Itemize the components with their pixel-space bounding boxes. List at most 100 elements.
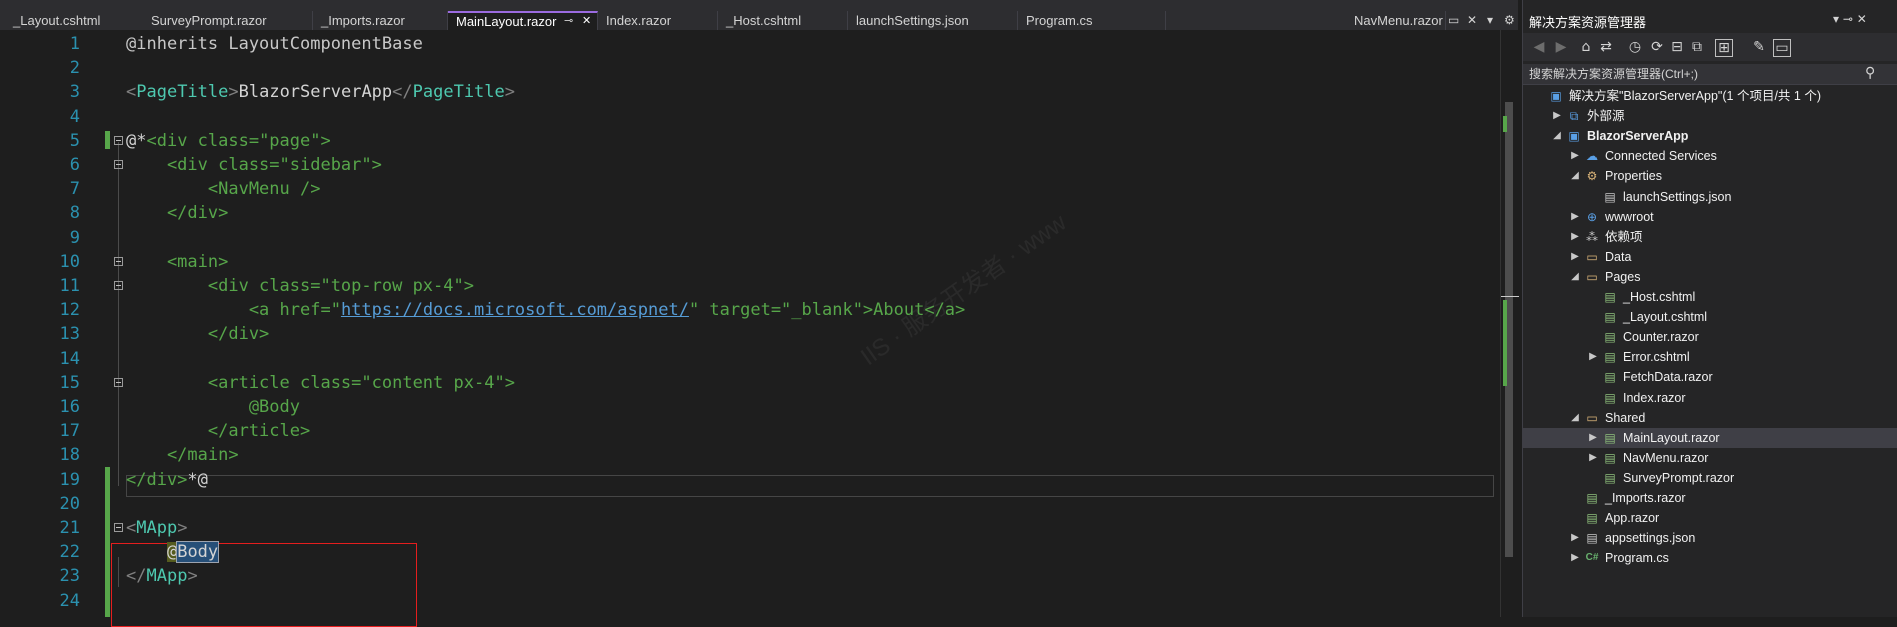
- home-icon[interactable]: ⌂: [1578, 39, 1594, 55]
- expand-icon[interactable]: ▶: [1587, 428, 1599, 448]
- code-line[interactable]: </div>: [126, 201, 228, 225]
- tab-close-icon[interactable]: ✕: [1467, 11, 1477, 30]
- expand-icon[interactable]: ▶: [1551, 106, 1563, 126]
- code-line[interactable]: </main>: [126, 443, 239, 467]
- tree-item[interactable]: ▤ SurveyPrompt.razor: [1523, 468, 1897, 488]
- tree-item[interactable]: ▤ launchSettings.json: [1523, 187, 1897, 207]
- expand-icon[interactable]: ▶: [1569, 207, 1581, 227]
- tree-item[interactable]: ▤ FetchData.razor: [1523, 367, 1897, 387]
- expand-icon[interactable]: ▶: [1587, 347, 1599, 367]
- expand-icon[interactable]: ▶: [1569, 548, 1581, 568]
- collapse-icon[interactable]: ◢: [1569, 267, 1581, 287]
- back-icon[interactable]: ◀: [1531, 39, 1547, 55]
- tree-item[interactable]: ▤ App.razor: [1523, 508, 1897, 528]
- tree-item[interactable]: ▶ ▭ Data: [1523, 247, 1897, 267]
- code-line[interactable]: @Body: [126, 395, 300, 419]
- code-line[interactable]: </div>: [126, 322, 269, 346]
- collapse-all-icon[interactable]: ⊟: [1669, 39, 1685, 55]
- switch-views-icon[interactable]: ⇄: [1598, 39, 1614, 55]
- tree-item[interactable]: ▤ _Imports.razor: [1523, 488, 1897, 508]
- code-line[interactable]: @Body: [126, 540, 220, 564]
- tab-launchsettings-json[interactable]: launchSettings.json: [848, 11, 1018, 30]
- close-icon[interactable]: ✕: [582, 13, 591, 30]
- code-line[interactable]: <NavMenu />: [126, 177, 321, 201]
- tab-index-razor[interactable]: Index.razor: [598, 11, 718, 30]
- code-line[interactable]: <a href="https://docs.microsoft.com/aspn…: [126, 298, 965, 322]
- code-line[interactable]: @inherits LayoutComponentBase: [126, 32, 423, 56]
- line-number: 10: [59, 251, 80, 272]
- collapse-icon[interactable]: [114, 281, 123, 290]
- preview-icon[interactable]: ▭: [1773, 39, 1791, 57]
- tree-item[interactable]: ◢ ▭ Shared: [1523, 408, 1897, 428]
- tab-label: _Imports.razor: [321, 13, 405, 28]
- tree-item[interactable]: ▤ Index.razor: [1523, 388, 1897, 408]
- tree-item[interactable]: ▣ 解决方案"BlazorServerApp"(1 个项目/共 1 个): [1523, 86, 1897, 106]
- tree-item[interactable]: ◢ ▭ Pages: [1523, 267, 1897, 287]
- expand-icon[interactable]: ▶: [1569, 227, 1581, 247]
- tree-item-label: Data: [1605, 249, 1632, 264]
- expand-icon[interactable]: ▶: [1569, 146, 1581, 166]
- collapse-icon[interactable]: [114, 256, 123, 266]
- collapse-icon[interactable]: [114, 377, 123, 387]
- sync-icon[interactable]: ⟳: [1649, 39, 1665, 55]
- collapse-icon[interactable]: ◢: [1551, 126, 1563, 146]
- tree-item[interactable]: ▶ ▤ appsettings.json: [1523, 528, 1897, 548]
- tree-item[interactable]: ▶ ⧉ 外部源: [1523, 106, 1897, 126]
- expand-icon[interactable]: ▶: [1569, 247, 1581, 267]
- solution-search-box[interactable]: ⚲: [1523, 64, 1897, 85]
- tree-item[interactable]: ▤ Counter.razor: [1523, 327, 1897, 347]
- pin-icon[interactable]: ⊸: [564, 13, 573, 30]
- tab--imports-razor[interactable]: _Imports.razor: [313, 11, 448, 30]
- code-line[interactable]: <article class="content px-4">: [126, 371, 515, 395]
- code-line[interactable]: </article>: [126, 419, 310, 443]
- vertical-scrollbar[interactable]: [1500, 30, 1519, 617]
- tab-float-icon[interactable]: ▭: [1448, 11, 1459, 30]
- tab-surveyprompt-razor[interactable]: SurveyPrompt.razor: [143, 11, 313, 30]
- code-line[interactable]: <PageTitle>BlazorServerApp</PageTitle>: [126, 80, 515, 104]
- code-line[interactable]: <div class="sidebar">: [126, 153, 382, 177]
- tree-item[interactable]: ▶ C# Program.cs: [1523, 548, 1897, 568]
- collapse-icon[interactable]: [114, 160, 123, 169]
- tree-item[interactable]: ▤ _Layout.cshtml: [1523, 307, 1897, 327]
- tree-item[interactable]: ▶ ▤ MainLayout.razor: [1523, 427, 1897, 448]
- expand-icon[interactable]: ▶: [1587, 448, 1599, 468]
- tree-item[interactable]: ◢ ▣ BlazorServerApp: [1523, 126, 1897, 146]
- tree-item[interactable]: ▶ ▤ Error.cshtml: [1523, 347, 1897, 367]
- tree-item[interactable]: ▶ ⁂ 依赖项: [1523, 227, 1897, 247]
- tree-item[interactable]: ▶ ⊕ wwwroot: [1523, 207, 1897, 227]
- tab-program-cs[interactable]: Program.cs: [1018, 11, 1166, 30]
- code-line[interactable]: <div class="top-row px-4">: [126, 274, 474, 298]
- show-all-files-icon[interactable]: ⧉: [1689, 39, 1705, 55]
- code-area[interactable]: IIS · 服务开发者 · www 1 @inherits LayoutCompo…: [0, 30, 1500, 627]
- tab-settings-icon[interactable]: ⚙: [1504, 11, 1515, 30]
- panel-controls[interactable]: ▾ ⊸ ✕: [1833, 12, 1867, 26]
- split-handle[interactable]: [1501, 296, 1519, 297]
- tab-navmenu-razor[interactable]: NavMenu.razor: [1346, 11, 1446, 30]
- collapse-icon[interactable]: ◢: [1569, 166, 1581, 186]
- collapse-icon[interactable]: ◢: [1569, 408, 1581, 428]
- code-line[interactable]: <main>: [126, 250, 228, 274]
- solution-search-input[interactable]: [1529, 64, 1859, 84]
- tree-item-label: Error.cshtml: [1623, 350, 1690, 365]
- tree-item[interactable]: ◢ ⚙ Properties: [1523, 166, 1897, 186]
- tab-mainlayout-razor[interactable]: MainLayout.razor ⊸ ✕: [448, 11, 598, 30]
- collapse-icon[interactable]: [114, 135, 123, 145]
- code-line[interactable]: </div>*@: [126, 468, 208, 492]
- tree-view-icon[interactable]: ⊞: [1715, 39, 1733, 57]
- forward-icon[interactable]: ▶: [1553, 39, 1569, 55]
- properties-icon[interactable]: ✎: [1751, 39, 1767, 55]
- tab--layout-cshtml[interactable]: _Layout.cshtml: [5, 11, 160, 30]
- code-token: PageTitle: [412, 82, 505, 103]
- code-line[interactable]: @*<div class="page">: [126, 129, 331, 153]
- tab-dropdown-icon[interactable]: ▾: [1487, 11, 1493, 30]
- code-line[interactable]: <MApp>: [126, 516, 187, 540]
- tree-item[interactable]: ▶ ▤ NavMenu.razor: [1523, 448, 1897, 468]
- tree-item[interactable]: ▶ ☁ Connected Services: [1523, 146, 1897, 166]
- code-line[interactable]: </MApp>: [126, 564, 198, 588]
- expand-icon[interactable]: ▶: [1569, 528, 1581, 548]
- collapse-icon[interactable]: [114, 523, 123, 532]
- search-icon[interactable]: ⚲: [1865, 65, 1875, 81]
- history-icon[interactable]: ◷: [1627, 39, 1643, 55]
- tree-item[interactable]: ▤ _Host.cshtml: [1523, 287, 1897, 307]
- tab--host-cshtml[interactable]: _Host.cshtml: [718, 11, 848, 30]
